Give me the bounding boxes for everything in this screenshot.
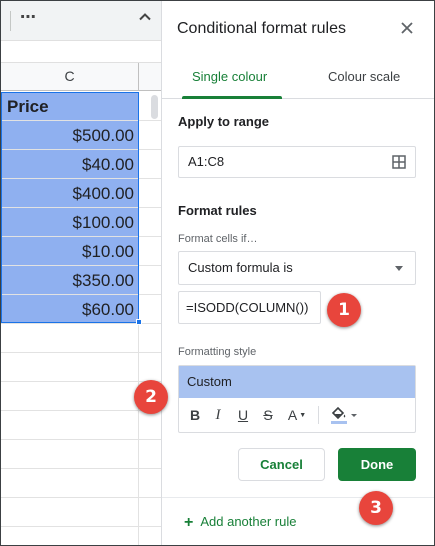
step-marker-1: 1 — [327, 293, 361, 327]
price-cell[interactable]: $500.00 — [1, 121, 139, 150]
empty-cell[interactable] — [1, 440, 139, 469]
fill-handle[interactable] — [136, 319, 142, 325]
adjacent-cell[interactable] — [139, 324, 161, 353]
price-cell[interactable]: $400.00 — [1, 179, 139, 208]
tab-colour-scale[interactable]: Colour scale — [328, 69, 400, 84]
strikethrough-button[interactable]: S — [260, 405, 276, 425]
italic-button[interactable]: I — [210, 405, 226, 425]
empty-cell[interactable] — [1, 353, 139, 382]
range-value: A1:C8 — [188, 154, 225, 169]
app-frame: ⋯ C Price $500.00 $40.00 $400.00 $100.00… — [0, 0, 435, 546]
done-button[interactable]: Done — [338, 448, 416, 481]
text-color-icon: A — [287, 407, 298, 423]
adjacent-cell[interactable] — [139, 440, 161, 469]
dropdown-caret-icon: ▼ — [299, 412, 307, 420]
price-cell[interactable]: $100.00 — [1, 208, 139, 237]
footer-divider — [162, 497, 434, 498]
adjacent-cell[interactable] — [139, 266, 161, 295]
close-icon[interactable] — [400, 21, 414, 35]
active-tab-indicator — [182, 96, 282, 99]
collapse-chevron-up-icon[interactable] — [137, 9, 153, 25]
custom-formula-input[interactable]: =ISODD(COLUMN()) — [178, 291, 321, 324]
underline-button[interactable]: U — [235, 405, 251, 425]
formula-bar-strip — [1, 41, 161, 63]
conditional-format-panel: Conditional format rules Single colour C… — [161, 1, 434, 545]
bold-button[interactable]: B — [187, 405, 203, 425]
empty-cell[interactable] — [1, 382, 139, 411]
step-marker-3: 3 — [359, 491, 393, 525]
adjacent-cell[interactable] — [139, 353, 161, 382]
empty-cell[interactable] — [1, 469, 139, 498]
add-another-rule-link[interactable]: + Add another rule — [184, 514, 296, 532]
panel-title: Conditional format rules — [177, 20, 346, 37]
condition-dropdown[interactable]: Custom formula is — [178, 251, 416, 285]
price-cell[interactable]: $10.00 — [1, 237, 139, 266]
toolbar-divider — [318, 406, 319, 424]
vertical-scrollbar[interactable] — [151, 95, 158, 119]
spreadsheet-area: ⋯ C Price $500.00 $40.00 $400.00 $100.00… — [1, 1, 161, 545]
sheet-toolbar: ⋯ — [1, 1, 161, 41]
adjacent-cell[interactable] — [139, 208, 161, 237]
dropdown-caret-icon — [395, 266, 403, 271]
empty-cell[interactable] — [1, 324, 139, 353]
fill-color-icon[interactable] — [329, 404, 359, 426]
toolbar-divider — [10, 11, 11, 31]
empty-cell[interactable] — [1, 498, 139, 527]
cancel-button[interactable]: Cancel — [238, 448, 325, 481]
price-cell[interactable]: $350.00 — [1, 266, 139, 295]
price-cell[interactable]: $40.00 — [1, 150, 139, 179]
adjacent-cell[interactable] — [139, 295, 161, 324]
select-range-grid-icon[interactable] — [392, 155, 406, 169]
add-rule-label: Add another rule — [200, 514, 297, 529]
empty-cell[interactable] — [1, 411, 139, 440]
range-input[interactable]: A1:C8 — [178, 146, 416, 178]
step-marker-2: 2 — [134, 380, 168, 414]
apply-to-range-label: Apply to range — [178, 114, 270, 129]
adjacent-cell[interactable] — [139, 498, 161, 527]
empty-cell[interactable] — [1, 527, 139, 545]
price-cell[interactable]: $60.00 — [1, 295, 139, 324]
more-icon[interactable]: ⋯ — [20, 7, 37, 27]
adjacent-cell[interactable] — [139, 150, 161, 179]
text-color-button[interactable]: A ▼ — [286, 405, 308, 425]
adjacent-cell[interactable] — [139, 237, 161, 266]
format-rules-label: Format rules — [178, 203, 257, 218]
adjacent-cell[interactable] — [139, 121, 161, 150]
adjacent-cell[interactable] — [139, 527, 161, 545]
adjacent-cell[interactable] — [139, 411, 161, 440]
adjacent-cell[interactable] — [139, 179, 161, 208]
formatting-style-box: Custom B I U S A ▼ — [178, 365, 416, 433]
style-preview[interactable]: Custom — [179, 366, 415, 398]
column-header-d[interactable] — [139, 63, 161, 91]
tab-single-colour[interactable]: Single colour — [192, 69, 267, 84]
header-cell-price[interactable]: Price — [1, 92, 139, 121]
adjacent-cell[interactable] — [139, 469, 161, 498]
condition-label: Format cells if… — [178, 233, 258, 245]
condition-value: Custom formula is — [188, 260, 293, 275]
plus-icon: + — [184, 514, 194, 531]
rule-type-tabs: Single colour Colour scale — [162, 55, 434, 99]
column-header-c[interactable]: C — [1, 63, 139, 91]
formatting-style-label: Formatting style — [178, 346, 257, 358]
